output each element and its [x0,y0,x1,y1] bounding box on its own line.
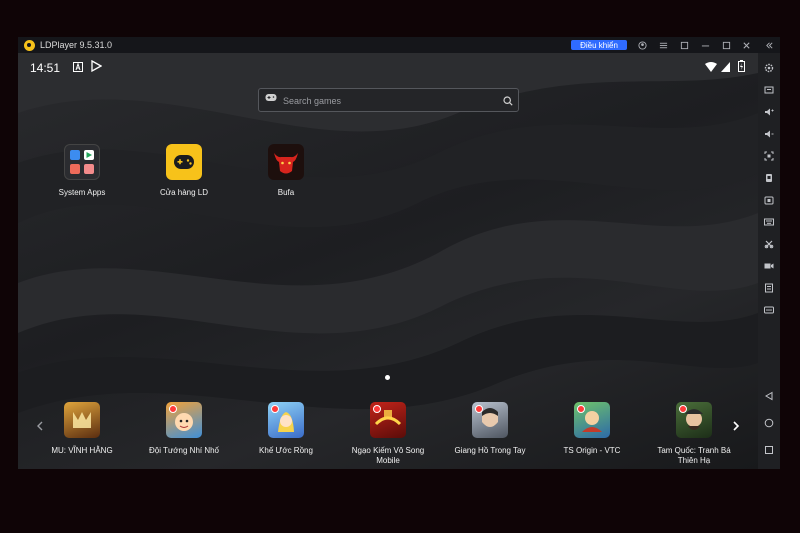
page-indicator-dot [385,375,390,380]
app-label: Bufa [277,188,295,197]
dock-app-giang-ho-trong-tay[interactable]: Giang Hồ Trong Tay [445,402,535,456]
app-system-apps[interactable]: System Apps [47,144,117,197]
new-badge [373,405,381,413]
operation-record-icon[interactable] [764,239,774,249]
app-bufa[interactable]: Bufa [251,144,321,197]
battery-icon [738,60,745,75]
app-label: MU: VĨNH HẰNG [51,446,113,455]
new-badge [679,405,687,413]
emulator-window: LDPlayer 9.5.31.0 Điều khiển 14:51 Searc… [18,37,780,469]
dock-app-ts-origin-vtc[interactable]: TS Origin - VTC [547,402,637,456]
video-record-icon[interactable] [764,261,774,271]
close-icon[interactable] [741,40,751,50]
install-apk-icon[interactable] [764,173,774,183]
more-options-icon[interactable] [764,305,774,315]
app-label: TS Origin - VTC [563,446,621,455]
new-badge [271,405,279,413]
search-input[interactable] [281,92,495,109]
clock: 14:51 [30,61,61,75]
app-label: Tam Quốc: Tranh Bá Thiên Hạ [657,446,731,465]
wifi-icon [705,61,717,75]
keyboard-mapping-icon[interactable] [764,85,774,95]
khe-uoc-rong-icon [268,402,304,438]
account-icon[interactable] [637,40,647,50]
ldplayer-logo-icon [24,39,35,51]
settings-gear-icon[interactable] [764,63,774,73]
new-badge [577,405,585,413]
window-title: LDPlayer 9.5.31.0 [40,40,113,50]
control-button[interactable]: Điều khiển [571,40,627,50]
collapse-sidebar-icon[interactable] [764,40,774,50]
ts-origin-vtc-icon [574,402,610,438]
new-badge [169,405,177,413]
search-bar[interactable] [258,88,519,112]
control-label: Điều khiển [580,40,618,50]
signal-icon [721,61,730,75]
tam-quoc-tranh-ba-icon [676,402,712,438]
notification-a-icon [73,61,83,75]
keyboard-icon[interactable] [764,217,774,227]
system-apps-folder-icon [64,144,100,180]
dock-app-ngao-kiem-vo-song[interactable]: Ngạo Kiếm Vô Song Mobile [343,402,433,466]
dock-app-mu-vinh-hang[interactable]: MU: VĨNH HẰNG [37,402,127,456]
volume-down-icon[interactable] [764,129,774,139]
app-label: Đội Tướng Nhí Nhố [148,446,220,455]
app-label: Khế Ước Rồng [259,446,313,455]
home-nav-icon[interactable] [764,418,774,428]
bufa-bull-icon [268,144,304,180]
ld-store-gamepad-icon [166,144,202,180]
new-badge [475,405,483,413]
doi-tuong-nhi-nho-icon [166,402,202,438]
app-label: Giang Hồ Trong Tay [454,446,526,455]
android-screen: 14:51 Search games System Apps Cửa hàng … [18,53,758,469]
multi-instance-icon[interactable] [764,283,774,293]
app-label: Cửa hàng LD [159,188,209,197]
giang-ho-trong-tay-icon [472,402,508,438]
app-ld-store[interactable]: Cửa hàng LD [149,144,219,197]
emulator-sidebar [758,53,780,469]
search-icon[interactable] [503,93,513,106]
play-store-icon [91,59,103,75]
maximize-icon[interactable] [721,40,731,50]
dock-app-tam-quoc-tranh-ba[interactable]: Tam Quốc: Tranh Bá Thiên Hạ [649,402,739,466]
menu-icon[interactable] [658,40,668,50]
shared-folder-icon[interactable] [764,195,774,205]
dock-app-doi-tuong-nhi-nho[interactable]: Đội Tướng Nhí Nhố [139,402,229,456]
ngao-kiem-vo-song-icon [370,402,406,438]
mu-vinh-hang-icon [64,402,100,438]
app-label: System Apps [58,188,106,197]
screenshot-icon[interactable] [764,151,774,161]
restore-screen-icon[interactable] [679,40,689,50]
gamepad-icon [265,93,277,105]
back-nav-icon[interactable] [764,391,774,401]
recent-apps-nav-icon[interactable] [764,445,774,455]
dock-app-khe-uoc-rong[interactable]: Khế Ước Rồng [241,402,331,456]
volume-up-icon[interactable] [764,107,774,117]
minimize-icon[interactable] [700,40,710,50]
app-label: Ngạo Kiếm Vô Song Mobile [351,446,425,465]
